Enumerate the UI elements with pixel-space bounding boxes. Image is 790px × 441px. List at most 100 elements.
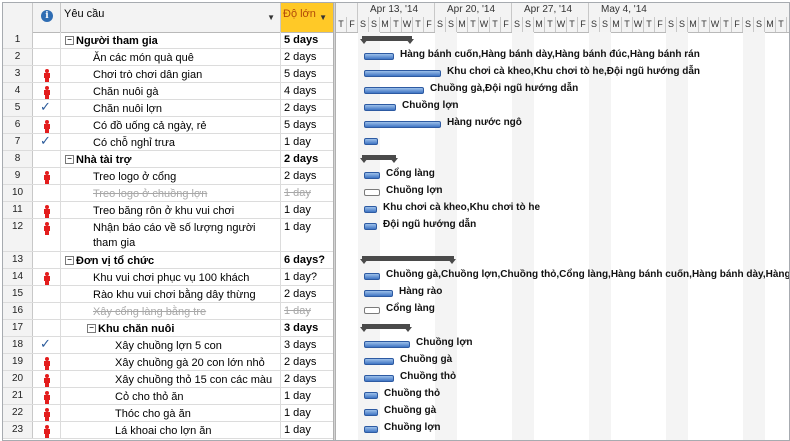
sort-dropdown-icon[interactable]: ▼ (319, 13, 327, 22)
row-number[interactable]: 7 (3, 134, 33, 150)
collapse-toggle-icon[interactable]: − (65, 155, 74, 164)
duration-cell[interactable]: 5 days (281, 32, 333, 48)
indicators-column-header[interactable]: i (33, 3, 61, 32)
duration-cell[interactable]: 3 days (281, 337, 333, 353)
task-row[interactable]: 14 Khu vui chơi phục vụ 100 khách 1 day? (3, 269, 333, 286)
summary-bar[interactable] (360, 256, 456, 264)
row-number[interactable]: 18 (3, 337, 33, 353)
row-number[interactable]: 2 (3, 49, 33, 65)
task-name-cell[interactable]: Chơi trò chơi dân gian (61, 66, 281, 82)
task-name-cell[interactable]: Khu vui chơi phục vụ 100 khách (61, 269, 281, 285)
select-all-corner[interactable] (3, 3, 33, 32)
summary-task-row[interactable]: 17 − Khu chăn nuôi 3 days (3, 320, 333, 337)
task-bar[interactable] (364, 358, 394, 365)
row-number[interactable]: 1 (3, 32, 33, 48)
task-bar[interactable] (364, 307, 380, 314)
task-name-column-header[interactable]: Yêu cầu ▼ (61, 3, 281, 32)
task-bar[interactable] (364, 409, 378, 416)
row-number[interactable]: 5 (3, 100, 33, 116)
row-number[interactable]: 21 (3, 388, 33, 404)
collapse-toggle-icon[interactable]: − (65, 36, 74, 45)
task-row[interactable]: 19 Xây chuồng gà 20 con lớn nhỏ 2 days (3, 354, 333, 371)
task-name-cell[interactable]: − Nhà tài trợ (61, 151, 281, 167)
task-bar[interactable] (364, 341, 410, 348)
duration-cell[interactable]: 1 day? (281, 269, 333, 285)
row-number[interactable]: 19 (3, 354, 33, 370)
row-number[interactable]: 3 (3, 66, 33, 82)
task-row[interactable]: 2 Ăn các món quà quê 2 days (3, 49, 333, 66)
duration-cell[interactable]: 2 days (281, 168, 333, 184)
row-number[interactable]: 17 (3, 320, 33, 336)
task-bar[interactable] (364, 206, 377, 213)
summary-task-row[interactable]: 13− Đơn vị tổ chức 6 days? (3, 252, 333, 269)
row-number[interactable]: 22 (3, 405, 33, 421)
task-name-cell[interactable]: Ăn các món quà quê (61, 49, 281, 65)
row-number[interactable]: 11 (3, 202, 33, 218)
row-number[interactable]: 16 (3, 303, 33, 319)
task-bar[interactable] (364, 121, 441, 128)
task-bar[interactable] (364, 87, 424, 94)
duration-cell[interactable]: 2 days (281, 354, 333, 370)
duration-cell[interactable]: 1 day (281, 202, 333, 218)
task-row[interactable]: 7 ✓ Có chỗ nghỉ trưa 1 day (3, 134, 333, 151)
task-name-cell[interactable]: Xây chuồng lợn 5 con (61, 337, 281, 353)
task-bar[interactable] (364, 104, 396, 111)
task-name-cell[interactable]: − Đơn vị tổ chức (61, 252, 281, 268)
task-name-cell[interactable]: Treo logo ở chuồng lợn (61, 185, 281, 201)
task-name-cell[interactable]: Xây cổng làng bằng tre (61, 303, 281, 319)
task-row[interactable]: 23 Lá khoai cho lợn ăn 1 day (3, 422, 333, 439)
row-number[interactable]: 12 (3, 219, 33, 251)
task-row[interactable]: 3 Chơi trò chơi dân gian 5 days (3, 66, 333, 83)
summary-bar[interactable] (360, 36, 414, 44)
collapse-toggle-icon[interactable]: − (65, 256, 74, 265)
task-row[interactable]: 22 Thóc cho gà ăn 1 day (3, 405, 333, 422)
collapse-toggle-icon[interactable]: − (87, 324, 96, 333)
task-name-cell[interactable]: − Người tham gia (61, 32, 281, 48)
task-name-cell[interactable]: Cỏ cho thỏ ăn (61, 388, 281, 404)
filter-dropdown-icon[interactable]: ▼ (267, 13, 275, 22)
duration-cell[interactable]: 4 days (281, 83, 333, 99)
task-row[interactable]: 16 Xây cổng làng bằng tre 1 day (3, 303, 333, 320)
task-bar[interactable] (364, 290, 393, 297)
duration-cell[interactable]: 2 days (281, 286, 333, 302)
summary-task-row[interactable]: 8− Nhà tài trợ 2 days (3, 151, 333, 168)
task-name-cell[interactable]: Xây chuồng thỏ 15 con các màu (61, 371, 281, 387)
task-bar[interactable] (364, 189, 380, 196)
row-number[interactable]: 4 (3, 83, 33, 99)
duration-cell[interactable]: 1 day (281, 219, 333, 251)
task-bar[interactable] (364, 53, 394, 60)
task-row[interactable]: 12 Nhận báo cáo về số lượng người tham gi… (3, 219, 333, 252)
task-row[interactable]: 21 Cỏ cho thỏ ăn 1 day (3, 388, 333, 405)
duration-cell[interactable]: 5 days (281, 66, 333, 82)
task-name-cell[interactable]: Chăn nuôi gà (61, 83, 281, 99)
task-row[interactable]: 4 Chăn nuôi gà 4 days (3, 83, 333, 100)
task-bar[interactable] (364, 392, 378, 399)
task-row[interactable]: 18 ✓ Xây chuồng lợn 5 con 3 days (3, 337, 333, 354)
task-bar[interactable] (364, 70, 441, 77)
task-row[interactable]: 5 ✓ Chăn nuôi lợn 2 days (3, 100, 333, 117)
duration-column-header[interactable]: Độ lớn ▼ (281, 3, 333, 32)
task-bar[interactable] (364, 273, 380, 280)
row-number[interactable]: 20 (3, 371, 33, 387)
task-row[interactable]: 15 Rào khu vui chơi bằng dây thừng 2 days (3, 286, 333, 303)
row-number[interactable]: 14 (3, 269, 33, 285)
task-bar[interactable] (364, 172, 380, 179)
task-row[interactable]: 10 Treo logo ở chuồng lợn 1 day (3, 185, 333, 202)
duration-cell[interactable]: 1 day (281, 405, 333, 421)
task-bar[interactable] (364, 223, 377, 230)
duration-cell[interactable]: 2 days (281, 100, 333, 116)
summary-task-row[interactable]: 1 − Người tham gia 5 days (3, 32, 333, 49)
task-bar[interactable] (364, 426, 378, 433)
task-name-cell[interactable]: Nhận báo cáo về số lượng người tham gia (61, 219, 281, 251)
task-name-cell[interactable]: Xây chuồng gà 20 con lớn nhỏ (61, 354, 281, 370)
summary-bar[interactable] (360, 324, 412, 332)
row-number[interactable]: 8 (3, 151, 33, 167)
task-name-cell[interactable]: − Khu chăn nuôi (61, 320, 281, 336)
task-name-cell[interactable]: Thóc cho gà ăn (61, 405, 281, 421)
row-number[interactable]: 9 (3, 168, 33, 184)
duration-cell[interactable]: 1 day (281, 388, 333, 404)
duration-cell[interactable]: 1 day (281, 303, 333, 319)
duration-cell[interactable]: 5 days (281, 117, 333, 133)
task-name-cell[interactable]: Treo băng rôn ở khu vui chơi (61, 202, 281, 218)
row-number[interactable]: 10 (3, 185, 33, 201)
